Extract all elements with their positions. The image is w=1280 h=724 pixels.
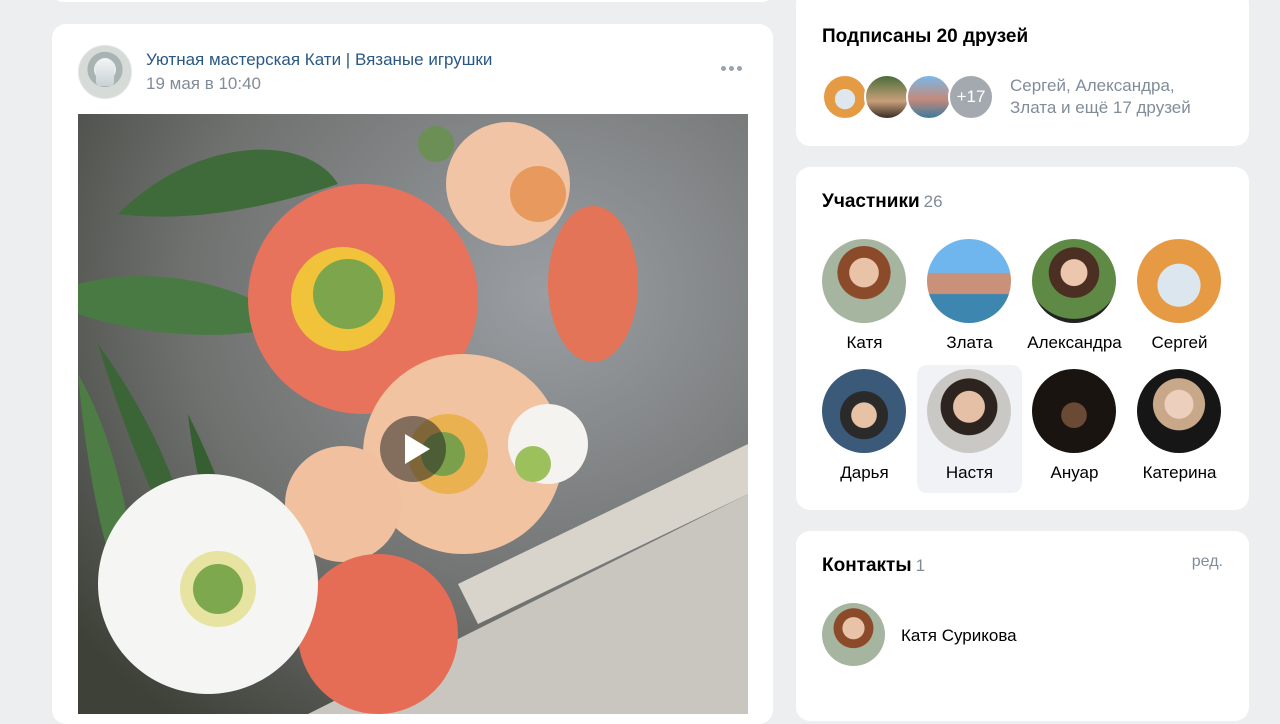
friends-names[interactable]: Сергей, Александра, Злата и ещё 17 друзе… xyxy=(1010,75,1220,119)
member-aleksandra[interactable]: Александра xyxy=(1022,235,1127,363)
member-katerina[interactable]: Катерина xyxy=(1127,365,1232,493)
avatar xyxy=(822,369,906,453)
friend-avatar[interactable] xyxy=(864,74,910,120)
subscribed-friends-card: Подписаны 20 друзей +17 Сергей, Александ… xyxy=(796,0,1249,146)
member-anuar[interactable]: Ануар xyxy=(1022,365,1127,493)
play-icon[interactable] xyxy=(380,416,446,482)
more-friends-badge[interactable]: +17 xyxy=(948,74,994,120)
wall-post: Уютная мастерская Кати | Вязаные игрушки… xyxy=(52,24,773,724)
avatar xyxy=(1032,239,1116,323)
avatar xyxy=(1032,369,1116,453)
more-options-icon[interactable] xyxy=(718,58,744,78)
avatar xyxy=(822,239,906,323)
avatar xyxy=(1137,239,1221,323)
member-darya[interactable]: Дарья xyxy=(812,365,917,493)
post-author-link[interactable]: Уютная мастерская Кати | Вязаные игрушки xyxy=(146,50,492,70)
contacts-title[interactable]: Контакты 1 xyxy=(822,555,925,577)
member-katya[interactable]: Катя xyxy=(812,235,917,363)
post-video[interactable] xyxy=(78,114,748,714)
contacts-count: 1 xyxy=(915,556,926,575)
friend-avatar[interactable] xyxy=(822,74,868,120)
edit-contacts-link[interactable]: ред. xyxy=(1192,553,1223,571)
member-zlata[interactable]: Злата xyxy=(917,235,1022,363)
avatar xyxy=(927,369,1011,453)
crochet-flowers-image xyxy=(78,114,748,714)
members-title[interactable]: Участники 26 xyxy=(822,191,943,213)
friend-avatar[interactable] xyxy=(906,74,952,120)
previous-post-card xyxy=(52,0,773,2)
contact-avatar[interactable] xyxy=(822,603,885,666)
avatar xyxy=(1137,369,1221,453)
friends-title[interactable]: Подписаны 20 друзей xyxy=(822,26,1028,48)
member-sergey[interactable]: Сергей xyxy=(1127,235,1232,363)
member-nastya[interactable]: Настя xyxy=(917,365,1022,493)
avatar xyxy=(927,239,1011,323)
post-date[interactable]: 19 мая в 10:40 xyxy=(146,74,261,94)
members-count: 26 xyxy=(923,192,943,211)
members-card: Участники 26 Катя Злата Александра Сергей… xyxy=(796,167,1249,510)
contacts-card: Контакты 1 ред. Катя Сурикова xyxy=(796,531,1249,721)
contact-name[interactable]: Катя Сурикова xyxy=(901,626,1017,646)
post-author-avatar[interactable] xyxy=(78,45,132,99)
